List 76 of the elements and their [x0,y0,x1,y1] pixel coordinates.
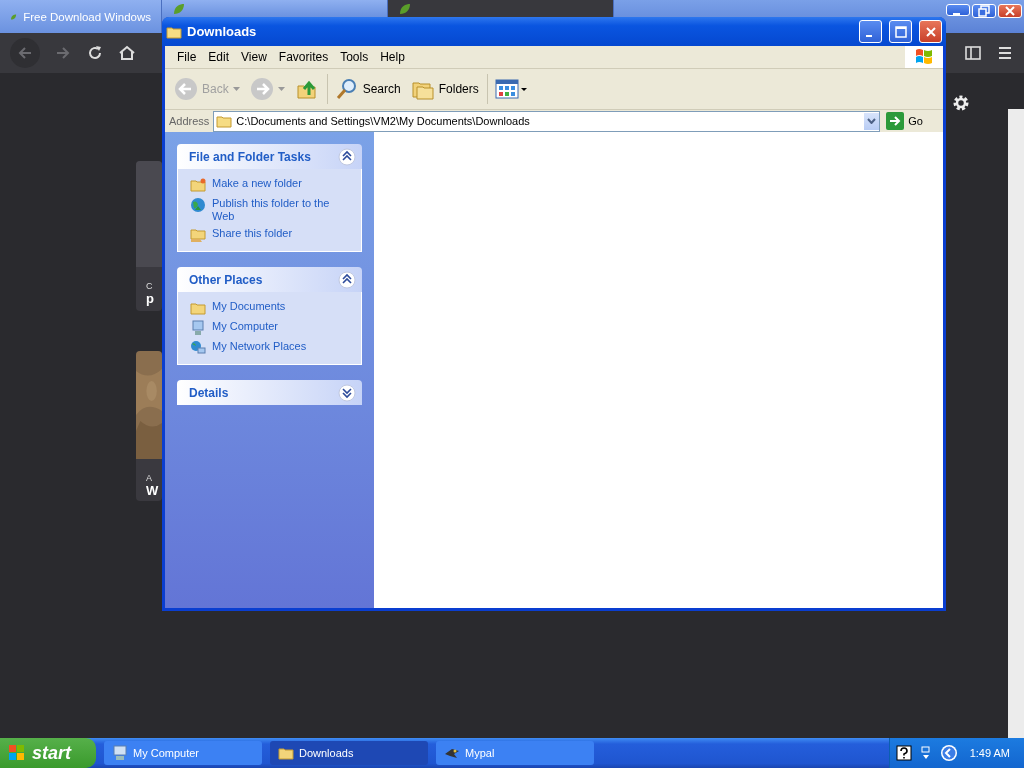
tile-title: W [146,483,160,498]
close-icon [1004,5,1016,17]
search-button[interactable]: Search [331,77,404,101]
address-field[interactable]: C:\Documents and Settings\VM2\My Documents\Downloads [213,110,881,132]
task-link[interactable]: My Network Places [212,340,307,353]
hand-folder-icon [190,227,206,243]
home-icon[interactable] [118,44,136,62]
panel-header[interactable]: Other Places [177,267,362,292]
address-label: Address [169,115,210,127]
start-button[interactable]: start [0,738,96,768]
folders-button[interactable]: Folders [407,74,488,104]
expand-icon [338,383,356,402]
computer-icon [190,320,206,336]
tile-card[interactable]: C p [136,161,162,311]
windows-logo-icon [8,744,26,762]
tile-caption: C [146,281,154,291]
chevron-icon [867,118,877,124]
folder-icon [278,745,294,761]
panel-header[interactable]: File and Folder Tasks [177,144,362,169]
minimize-button[interactable] [946,4,970,16]
restore-icon [978,5,990,17]
dropdown-button[interactable] [864,112,880,130]
task-link[interactable]: Publish this folder to the Web [212,197,342,223]
folder-icon [190,177,206,193]
tile-title: p [146,291,155,306]
maximize-button[interactable] [889,20,912,43]
close-button[interactable] [919,20,942,43]
scrollbar[interactable] [1008,109,1024,738]
close-button[interactable] [998,4,1022,18]
taskbar-button[interactable]: Downloads [270,741,428,765]
go-button[interactable]: Go [884,112,939,130]
folder-icon [166,24,182,39]
leaf-icon [172,1,186,16]
minimize-button[interactable] [859,20,882,43]
collapse-icon [338,270,356,289]
menu-item[interactable]: Favorites [272,50,335,64]
collapse-icon [338,147,356,166]
leaf-icon [398,1,412,16]
caret-icon [232,87,240,91]
back-button[interactable] [10,38,40,68]
menu-item[interactable]: View [235,50,273,64]
close-icon [924,25,937,38]
settings-icon[interactable] [951,93,971,113]
reload-icon[interactable] [86,44,104,62]
computer-icon [112,745,128,761]
panel-header[interactable]: Details [177,380,362,405]
task-link[interactable]: My Computer [212,320,279,333]
task-link[interactable]: Share this folder [212,227,293,240]
menu-item[interactable]: Tools [334,50,375,64]
menu-item[interactable]: Edit [202,50,236,64]
taskbar-button[interactable]: My Computer [104,741,262,765]
menu-icon[interactable] [996,44,1014,62]
window-title: Downloads [187,24,257,39]
restore-button[interactable] [972,4,996,18]
collapse-icon[interactable] [939,744,958,762]
task-link[interactable]: Make a new folder [212,177,302,190]
folder-icon [190,300,206,316]
folder-icon [216,114,233,128]
clock: 1:49 AM [969,747,1010,759]
caret-icon [277,87,285,91]
network-icon [190,340,206,356]
minimize-icon [952,13,960,15]
help-icon[interactable] [895,745,912,761]
network-icon[interactable] [919,745,932,761]
maximize-icon [894,25,907,38]
search-icon [334,77,359,101]
menu-item[interactable]: File [171,50,203,64]
task-link[interactable]: My Documents [212,300,286,313]
sidebar-icon[interactable] [964,44,982,62]
tile-caption: A [146,473,153,483]
tile-card[interactable]: A W [136,351,162,501]
windows-flag-icon [905,46,943,68]
globe-icon [190,197,206,213]
views-icon [494,78,529,100]
menu-item[interactable]: Help [374,50,411,64]
taskbar-button[interactable]: Mypal [436,741,594,765]
